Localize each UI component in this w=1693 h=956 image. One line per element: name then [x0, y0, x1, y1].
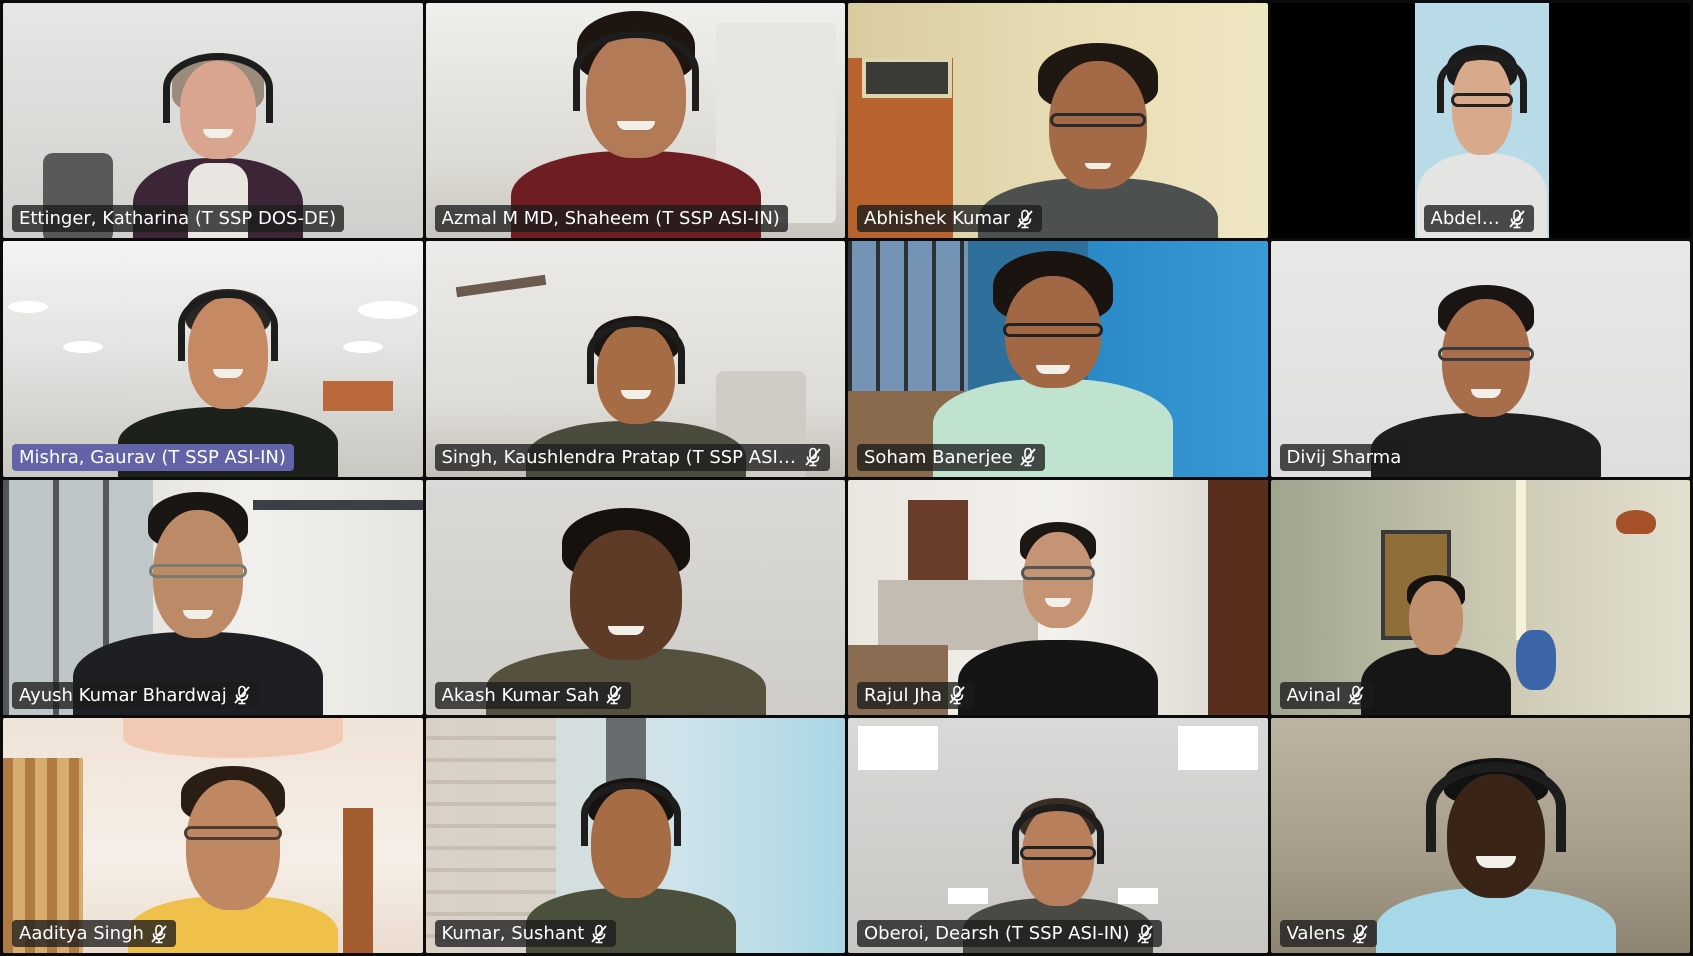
video-feed: [3, 479, 423, 715]
participant-name-tag: Abdelr...: [1423, 205, 1534, 233]
video-feed: [3, 241, 423, 477]
participant-tile[interactable]: Rajul Jha: [848, 479, 1268, 715]
participant-tile[interactable]: Soham Banerjee: [848, 241, 1268, 477]
participant-name-tag: Avinal: [1279, 681, 1373, 709]
mic-off-icon: [590, 924, 608, 944]
participant-name-tag: Oberoi, Dearsh (T SSP ASI-IN): [857, 920, 1162, 947]
mic-off-icon: [948, 685, 966, 705]
video-feed: [426, 241, 846, 477]
mic-off-icon: [804, 447, 822, 467]
video-feed: [848, 241, 1268, 477]
participant-name: Akash Kumar Sah: [441, 684, 600, 706]
participant-name-tag: Aaditya Singh: [12, 920, 176, 947]
mic-off-icon: [605, 685, 623, 705]
video-feed: [848, 718, 1268, 953]
video-feed: [426, 3, 846, 239]
mic-off-icon: [1019, 447, 1037, 467]
participant-name: Abdelr...: [1430, 208, 1502, 230]
video-feed: [425, 717, 846, 953]
video-feed: [848, 3, 1268, 239]
video-feed: [426, 480, 846, 715]
participant-name-tag: Valens: [1279, 920, 1378, 947]
participant-name-tag: Ayush Kumar Bhardwaj: [12, 681, 259, 709]
participant-tile[interactable]: Kumar, Sushant: [425, 717, 846, 953]
video-feed: [848, 479, 1268, 715]
mic-off-icon: [1136, 924, 1154, 944]
participant-tile[interactable]: Mishra, Gaurav (T SSP ASI-IN): [3, 241, 423, 477]
participant-name: Aaditya Singh: [19, 923, 144, 944]
participant-name: Oberoi, Dearsh (T SSP ASI-IN): [864, 923, 1130, 944]
participant-name-tag: Singh, Kaushlendra Pratap (T SSP ASI-I..…: [434, 443, 830, 471]
participant-tile[interactable]: Valens: [1270, 717, 1691, 953]
mic-off-icon: [150, 924, 168, 944]
video-feed: [1271, 479, 1691, 715]
participant-name-tag: Mishra, Gaurav (T SSP ASI-IN): [12, 443, 294, 471]
participant-tile[interactable]: Akash Kumar Sah: [425, 479, 846, 715]
participant-name: Kumar, Sushant: [441, 923, 585, 944]
participant-name: Azmal M MD, Shaheem (T SSP ASI-IN): [441, 208, 780, 230]
participant-tile[interactable]: Singh, Kaushlendra Pratap (T SSP ASI-I..…: [425, 241, 846, 477]
participant-tile[interactable]: Azmal M MD, Shaheem (T SSP ASI-IN): [425, 3, 846, 239]
participant-name-tag: Kumar, Sushant: [434, 920, 617, 947]
video-feed: [3, 3, 423, 239]
mic-off-icon: [1016, 209, 1034, 229]
participant-name-tag: Akash Kumar Sah: [434, 681, 632, 709]
video-feed: [1271, 241, 1691, 477]
participant-tile[interactable]: Aaditya Singh: [3, 717, 423, 953]
participant-tile[interactable]: Ayush Kumar Bhardwaj: [3, 479, 423, 715]
participant-tile[interactable]: Avinal: [1270, 479, 1691, 715]
participant-tile[interactable]: Abhishek Kumar: [848, 3, 1268, 239]
participant-name: Avinal: [1286, 684, 1341, 706]
participant-name: Singh, Kaushlendra Pratap (T SSP ASI-I..…: [441, 446, 799, 468]
participant-name-tag: Rajul Jha: [857, 681, 975, 709]
mic-off-icon: [233, 685, 251, 705]
mic-off-icon: [1508, 209, 1526, 229]
participant-tile[interactable]: Abdelr...: [1270, 3, 1690, 239]
participant-name-tag: Abhishek Kumar: [857, 205, 1043, 233]
participant-name: Valens: [1286, 923, 1346, 944]
participant-name: Mishra, Gaurav (T SSP ASI-IN): [19, 446, 286, 468]
video-feed: [1271, 718, 1691, 953]
video-feed: [3, 717, 423, 953]
participant-name-tag: Azmal M MD, Shaheem (T SSP ASI-IN): [434, 205, 788, 233]
video-feed: Abdelr...: [1414, 3, 1549, 239]
participant-tile[interactable]: Divij Sharma: [1270, 241, 1691, 477]
video-grid: Ettinger, Katharina (T SSP DOS-DE) Azmal…: [3, 3, 1690, 953]
participant-name: Abhishek Kumar: [864, 208, 1011, 230]
participant-name: Divij Sharma: [1286, 446, 1402, 468]
participant-name: Rajul Jha: [864, 684, 943, 706]
participant-name: Soham Banerjee: [864, 446, 1013, 468]
participant-tile[interactable]: Ettinger, Katharina (T SSP DOS-DE): [3, 3, 423, 239]
participant-name: Ayush Kumar Bhardwaj: [19, 684, 227, 706]
participant-name-tag: Divij Sharma: [1279, 443, 1410, 471]
participant-name: Ettinger, Katharina (T SSP DOS-DE): [19, 208, 337, 230]
mic-off-icon: [1351, 924, 1369, 944]
participant-tile[interactable]: Oberoi, Dearsh (T SSP ASI-IN): [848, 717, 1268, 953]
participant-name-tag: Soham Banerjee: [857, 443, 1045, 471]
mic-off-icon: [1347, 685, 1365, 705]
participant-name-tag: Ettinger, Katharina (T SSP DOS-DE): [12, 205, 345, 233]
